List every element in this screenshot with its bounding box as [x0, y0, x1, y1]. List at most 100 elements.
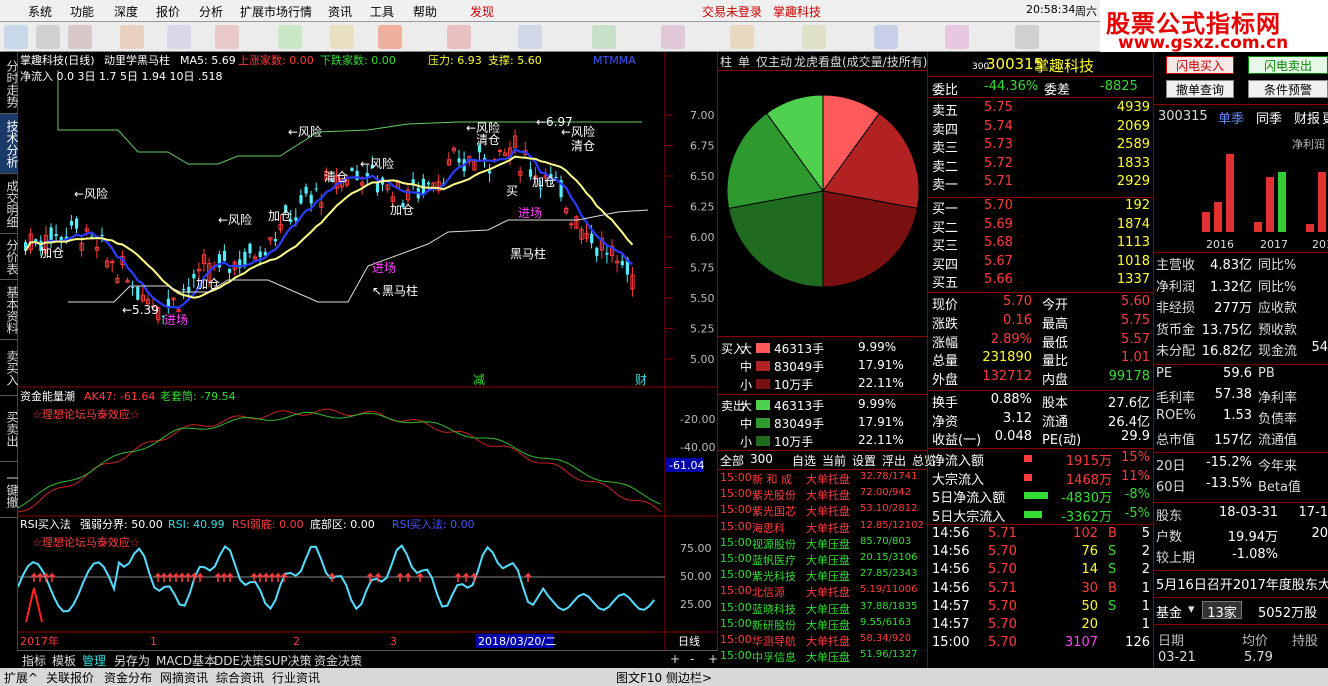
ask-price[interactable]: 5.73	[984, 137, 1013, 152]
notice-text[interactable]: 5月16日召开2017年度股东大	[1156, 574, 1328, 593]
trade-stock[interactable]: 中孚信息	[752, 649, 796, 665]
compare-icon[interactable]	[167, 25, 191, 49]
nav-intraday[interactable]: 分时走势	[0, 54, 19, 114]
flash-buy-button[interactable]: 闪电买入	[1166, 56, 1234, 74]
menu-tools[interactable]: 工具	[370, 3, 394, 20]
menu-quote[interactable]: 报价	[156, 3, 180, 20]
trade-stock[interactable]: 视源股份	[752, 536, 796, 552]
tab-macd[interactable]: MACD基本	[156, 652, 216, 669]
filter-tab[interactable]: 当前	[822, 452, 846, 469]
dragon-icon[interactable]	[518, 25, 542, 49]
flash-sell-button[interactable]: 闪电卖出	[1248, 56, 1328, 74]
kline-chart[interactable]: ←风险←风险←风险←风险←风险 ←风险加仓加仓加仓 加仓加仓清仓清仓 清仓进场进场进场…	[17, 52, 718, 650]
rank-icon[interactable]	[278, 25, 302, 49]
more-icon[interactable]: +	[708, 652, 718, 666]
chart-panel[interactable]: ←风险 ←风险 ←风险 ←风险 ←风险 ←风险 加仓 加仓 加仓 加仓 加仓 清仓 清仓 清仓 进场 进场 进场…	[17, 52, 718, 650]
nav-trades[interactable]: 成交明细	[0, 174, 19, 234]
condition-alert-button[interactable]: 条件预警	[1248, 80, 1328, 98]
hk-icon[interactable]	[945, 25, 969, 49]
news-icon[interactable]	[447, 25, 471, 49]
trade-stock[interactable]: 紫光股份	[752, 487, 796, 503]
menu-system[interactable]: 系统	[28, 3, 52, 20]
filter-tab[interactable]: 设置	[852, 452, 876, 469]
tab-manage[interactable]: 管理	[82, 652, 106, 669]
ipo-icon[interactable]	[1015, 25, 1039, 49]
nav-buy[interactable]: 卖买入	[0, 340, 19, 396]
alert-icon[interactable]	[215, 25, 239, 49]
calc-icon[interactable]	[874, 25, 898, 49]
tab-indicator[interactable]: 指标	[22, 652, 46, 669]
trade-stock[interactable]: 蓝帆医疗	[752, 552, 796, 568]
trade-stock[interactable]: 紫光国芯	[752, 503, 796, 519]
filter-tab[interactable]: 全部	[720, 452, 744, 469]
nav-cancel-all[interactable]: 一键撤	[0, 462, 19, 518]
trade-stock[interactable]: 北信源	[752, 584, 785, 600]
menu-news[interactable]: 资讯	[328, 3, 352, 20]
filter-tab[interactable]: 300	[750, 452, 773, 466]
grid-icon[interactable]	[36, 25, 60, 49]
pie-tab-bar[interactable]: 柱	[720, 53, 732, 70]
filter-tab[interactable]: 浮出	[882, 452, 906, 469]
tab-dde[interactable]: DDE决策	[214, 652, 264, 669]
nav-price-table[interactable]: 分价表	[0, 234, 19, 280]
trade-stock[interactable]: 华测导航	[752, 633, 796, 649]
trade-stock[interactable]: 新 和 成	[752, 471, 792, 487]
tab-template[interactable]: 模板	[52, 652, 76, 669]
tab-fund-decision[interactable]: 资金决策	[314, 652, 362, 669]
f10-tab-report[interactable]: 财报	[1294, 108, 1320, 127]
bid-price[interactable]: 5.68	[984, 235, 1013, 250]
menu-analysis[interactable]: 分析	[199, 3, 223, 20]
trade-stock[interactable]: 新研股份	[752, 617, 796, 633]
f10-button[interactable]: 图文F10	[616, 669, 662, 686]
fund-dropdown-icon[interactable]: ▾	[1188, 602, 1195, 617]
bid-price[interactable]: 5.67	[984, 254, 1013, 269]
chart-icon[interactable]	[4, 25, 28, 49]
bid-price[interactable]: 5.69	[984, 217, 1013, 232]
trade-stock[interactable]: 紫光科技	[752, 568, 796, 584]
order-query-button[interactable]: 撤单查询	[1166, 80, 1234, 98]
fire-icon[interactable]	[378, 25, 402, 49]
menu-depth[interactable]: 深度	[114, 3, 138, 20]
ask-price[interactable]: 5.75	[984, 100, 1013, 115]
fund-count[interactable]: 13家	[1202, 601, 1242, 621]
digest-news-button[interactable]: 网摘资讯	[160, 669, 208, 686]
f10-tab-same-quarter[interactable]: 同季	[1256, 108, 1282, 127]
kline-icon[interactable]	[120, 25, 144, 49]
pie-icon[interactable]	[730, 25, 754, 49]
trade-login-status[interactable]: 交易未登录	[702, 3, 762, 20]
period-label[interactable]: 日线	[678, 634, 700, 648]
wave-icon[interactable]	[592, 25, 616, 49]
tab-sup[interactable]: SUP决策	[264, 652, 312, 669]
pie-tab-order[interactable]: 单	[738, 53, 750, 70]
trade-stock[interactable]: 蓝晓科技	[752, 601, 796, 617]
f10-tab-more[interactable]: 更	[1322, 108, 1328, 127]
filter-tab[interactable]: 自选	[792, 452, 816, 469]
ask-price[interactable]: 5.74	[984, 119, 1013, 134]
pie-tab-dragon[interactable]: 龙虎看盘(成交量/技所有)	[794, 53, 927, 70]
calendar-icon[interactable]	[68, 25, 92, 49]
menu-help[interactable]: 帮助	[413, 3, 437, 20]
menu-function[interactable]: 功能	[70, 3, 94, 20]
money-icon[interactable]	[330, 25, 354, 49]
zoom-out-icon[interactable]: -	[690, 652, 694, 666]
fund-distribution-button[interactable]: 资金分布	[104, 669, 152, 686]
general-news-button[interactable]: 综合资讯	[216, 669, 264, 686]
pie-tab-active[interactable]: 仅主动	[756, 53, 792, 70]
tab-save-as[interactable]: 另存为	[114, 652, 150, 669]
zoom-in-icon[interactable]: +	[670, 652, 680, 666]
bid-price[interactable]: 5.70	[984, 198, 1013, 213]
nav-sell[interactable]: 买卖出	[0, 396, 19, 462]
f10-tab-quarter[interactable]: 单季	[1218, 108, 1244, 127]
expand-button[interactable]: 扩展^	[4, 669, 38, 686]
ask-price[interactable]: 5.72	[984, 156, 1013, 171]
trade-stock[interactable]: 海思科	[752, 520, 785, 536]
nav-technical[interactable]: 技术分析	[0, 114, 19, 174]
nav-profile[interactable]: 基本资料	[0, 280, 19, 340]
sidebar-toggle-button[interactable]: 侧边栏>	[666, 669, 712, 686]
f10-icon[interactable]	[661, 25, 685, 49]
bid-price[interactable]: 5.66	[984, 272, 1013, 287]
ask-price[interactable]: 5.71	[984, 174, 1013, 189]
menu-discover[interactable]: 发现	[470, 3, 494, 20]
industry-news-button[interactable]: 行业资讯	[272, 669, 320, 686]
target-icon[interactable]	[802, 25, 826, 49]
